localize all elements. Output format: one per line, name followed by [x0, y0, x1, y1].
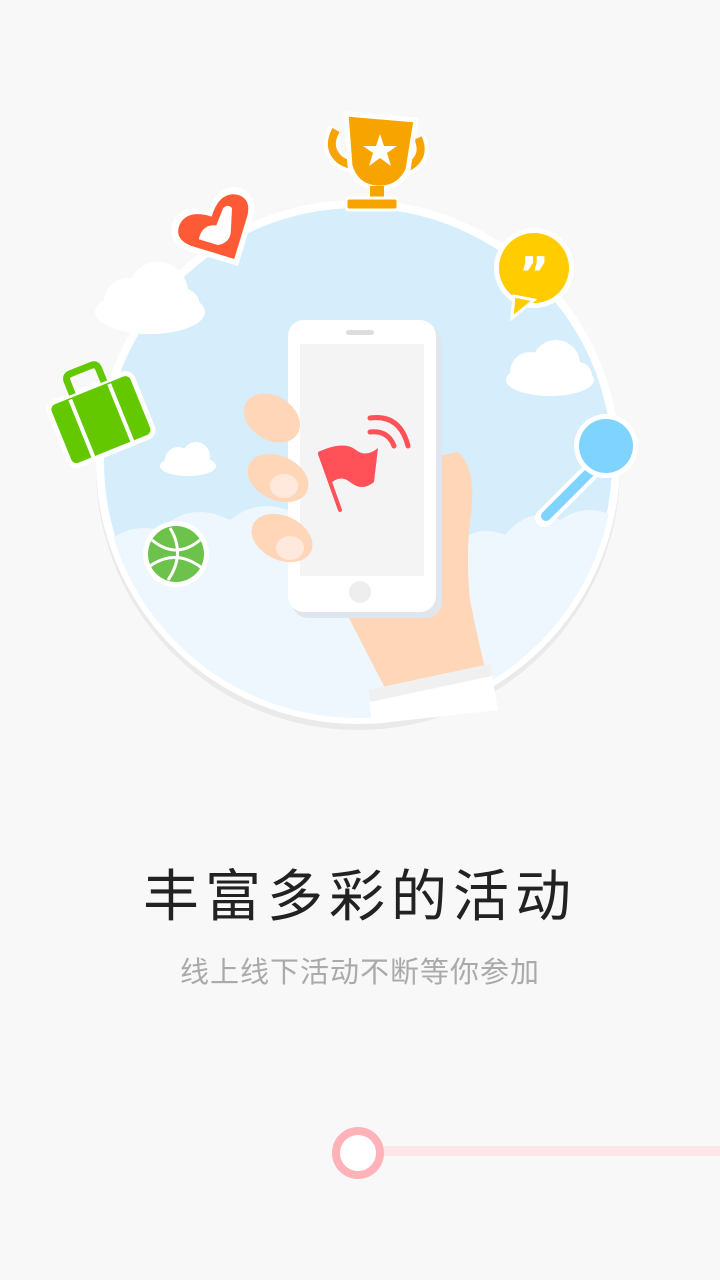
page-indicator[interactable]	[0, 1120, 720, 1184]
activities-illustration: ”	[46, 111, 638, 730]
onboarding-screen: ” 丰富多彩的活动 线上线下活动不断等你参加	[0, 0, 720, 1280]
page-indicator-track	[384, 1146, 720, 1156]
onboarding-title: 丰富多彩的活动	[143, 865, 577, 930]
page-indicator-knob[interactable]	[332, 1127, 384, 1179]
onboarding-subtitle: 线上线下活动不断等你参加	[179, 955, 540, 989]
svg-text:”: ”	[519, 247, 549, 301]
trophy-icon	[323, 111, 429, 212]
globe-icon	[143, 521, 209, 587]
